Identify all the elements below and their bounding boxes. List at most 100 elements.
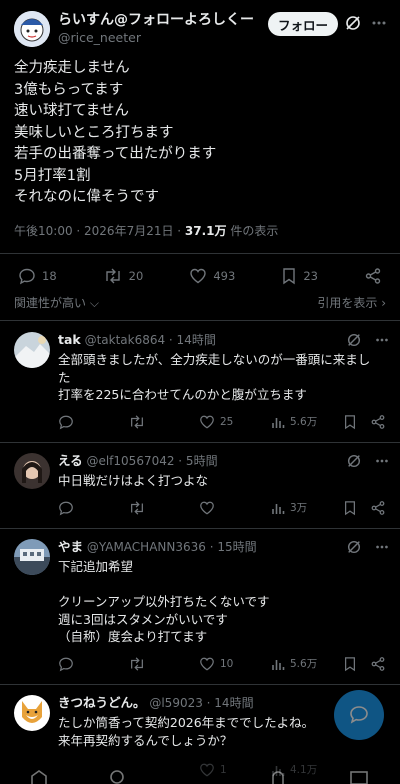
heart-icon: [189, 267, 207, 285]
reply-text: 下記追加希望 クリーンアップ以外打ちたくないです 週に3回はスタメンがいいです …: [58, 558, 388, 646]
share-button[interactable]: [370, 414, 386, 430]
follow-button[interactable]: フォロー: [268, 12, 338, 36]
reply-avatar[interactable]: [14, 539, 50, 575]
bookmark-icon: [281, 267, 297, 285]
reply-text-line: た: [58, 369, 71, 385]
retweet-button[interactable]: [128, 414, 151, 430]
view-count-label: 件の表示: [226, 224, 279, 238]
retweet-button[interactable]: [128, 656, 151, 672]
more-options-icon[interactable]: [370, 14, 388, 32]
view-quotes-link[interactable]: 引用を表示 ›: [317, 294, 386, 311]
retweet-button[interactable]: 20: [103, 267, 144, 285]
like-count: 25: [220, 416, 234, 428]
grok-icon[interactable]: [346, 453, 362, 469]
reply-text-line: 全部頭きましたが、全力疾走しないのが一番頭に来まし: [58, 352, 371, 367]
bookmark-icon: [343, 656, 357, 672]
messages-icon[interactable]: [350, 770, 368, 784]
like-button[interactable]: 25: [199, 414, 233, 430]
share-icon: [370, 500, 386, 516]
reply-sort-bar: 関連性が高い ⌵ 引用を表示 ›: [14, 294, 386, 311]
retweet-icon: [128, 656, 146, 672]
grok-icon[interactable]: [346, 332, 362, 348]
views-chart-icon: [271, 415, 285, 429]
reply-button[interactable]: [58, 500, 79, 516]
reply-avatar[interactable]: [14, 695, 50, 731]
retweet-count: 20: [128, 269, 144, 283]
views-button[interactable]: 5.6万: [271, 656, 317, 671]
reply-author-name[interactable]: tak: [58, 332, 81, 347]
view-count: 37.1万: [184, 224, 227, 238]
post-text-line: 若手の出番奪って出たがります: [14, 146, 217, 162]
reply-text: 中日戦だけはよく打つよな: [58, 472, 388, 490]
search-icon[interactable]: [110, 770, 126, 784]
post-text-line: 美味しいところ打ちます: [14, 124, 174, 141]
reply-author-name[interactable]: える: [58, 453, 83, 468]
notifications-icon[interactable]: [270, 770, 286, 784]
reply-author-handle[interactable]: @elf10567042 · 5時間: [86, 454, 217, 468]
reply-author-name[interactable]: やま: [58, 539, 83, 554]
retweet-icon: [128, 414, 146, 430]
author-avatar[interactable]: [14, 11, 50, 47]
heart-icon: [199, 500, 215, 516]
reply-text-line: 中日戦だけはよく打つよな: [58, 473, 209, 488]
views-count: 5.6万: [290, 416, 318, 428]
post-text: 全力疾走しません 3億もらってます 速い球打てません 美味しいところ打ちます 若…: [14, 58, 386, 209]
reply-header-icons: [346, 453, 390, 469]
bookmark-button[interactable]: [343, 656, 357, 672]
post-timestamp[interactable]: 午後10:00 · 2026年7月21日 ·: [14, 224, 185, 238]
divider: [0, 320, 400, 321]
share-button[interactable]: [370, 656, 386, 672]
bookmark-button[interactable]: [343, 414, 357, 430]
share-button[interactable]: [364, 267, 382, 285]
retweet-button[interactable]: [128, 500, 151, 516]
reply-avatar[interactable]: [14, 453, 50, 489]
reply-author-name[interactable]: きつねうどん。: [58, 695, 146, 710]
views-button[interactable]: 5.6万: [271, 414, 317, 429]
more-options-icon[interactable]: [374, 539, 390, 555]
reply-header: やま @YAMACHANN3636 · 15時間: [58, 539, 390, 555]
view-quotes-label: 引用を表示: [317, 296, 378, 310]
like-button[interactable]: 493: [189, 267, 235, 285]
reply-button[interactable]: 18: [18, 267, 57, 285]
retweet-icon: [103, 267, 123, 285]
reply-author-handle[interactable]: @YAMACHANN3636 · 15時間: [87, 540, 257, 554]
reply-text-line: 週に3回はスタメンがいいです: [58, 611, 228, 627]
like-button[interactable]: 10: [199, 656, 233, 672]
views-button[interactable]: 3万: [271, 500, 307, 515]
like-button[interactable]: [199, 500, 220, 516]
grok-icon[interactable]: [344, 14, 362, 32]
author-display-name[interactable]: らいすん@フォローよろしくー: [58, 12, 254, 29]
reply-text: 全部頭きましたが、全力疾走しないのが一番頭に来まし た 打率を225に合わせてん…: [58, 351, 388, 404]
views-chart-icon: [271, 657, 285, 671]
home-icon[interactable]: [30, 770, 48, 784]
reply-button[interactable]: [58, 656, 79, 672]
reply-text-line: 来年再契約するんでしょうか？: [58, 732, 233, 748]
like-count: 493: [213, 269, 236, 283]
share-icon: [370, 414, 386, 430]
more-options-icon[interactable]: [374, 453, 390, 469]
share-icon: [370, 656, 386, 672]
post-meta: 午後10:00 · 2026年7月21日 · 37.1万 件の表示: [14, 222, 278, 239]
reply-author-handle[interactable]: @l59023 · 14時間: [149, 696, 253, 710]
reply-text-line: クリーンアップ以外打ちたくないです: [58, 594, 270, 609]
chevron-right-icon: ›: [377, 296, 386, 310]
grok-icon[interactable]: [346, 539, 362, 555]
reply-icon: [18, 267, 36, 285]
compose-reply-button[interactable]: [334, 690, 384, 740]
bookmark-button[interactable]: 23: [281, 267, 318, 285]
reply-button[interactable]: [58, 414, 79, 430]
reply-sort-dropdown[interactable]: 関連性が高い ⌵: [14, 294, 99, 311]
reply-actions: 25 5.6万: [58, 414, 388, 432]
reply-text-line: 下記追加希望: [58, 559, 134, 574]
reply-author-handle[interactable]: @taktak6864 · 14時間: [85, 333, 216, 347]
compose-icon: [348, 704, 370, 726]
reply-avatar[interactable]: [14, 332, 50, 368]
reply-text-line: 打率を225に合わせてんのかと腹が立ちます: [58, 387, 307, 402]
bookmark-button[interactable]: [343, 500, 357, 516]
more-options-icon[interactable]: [374, 332, 390, 348]
views-chart-icon: [271, 501, 285, 515]
share-button[interactable]: [370, 500, 386, 516]
reply-actions: 10 5.6万: [58, 656, 388, 674]
heart-icon: [199, 414, 215, 430]
author-handle[interactable]: @rice_neeter: [58, 29, 254, 46]
